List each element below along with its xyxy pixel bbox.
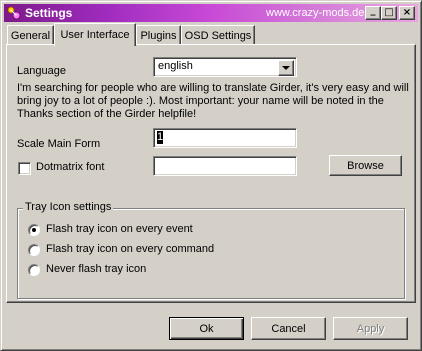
radio-label-flash-command: Flash tray icon on every command — [46, 243, 215, 255]
title-bar[interactable]: Settings www.crazy-mods.de _ □ × — [4, 4, 418, 22]
tab-osd-settings[interactable]: OSD Settings — [181, 25, 255, 45]
radio-selected-dot — [32, 228, 36, 232]
dotmatrix-checkbox[interactable] — [18, 162, 31, 175]
close-button[interactable]: × — [399, 6, 415, 20]
translation-notice: I'm searching for people who are willing… — [17, 82, 409, 120]
scale-value: 1 — [157, 131, 164, 144]
dotmatrix-font-input[interactable] — [153, 156, 297, 176]
cancel-label: Cancel — [271, 322, 306, 335]
language-select[interactable]: english — [153, 57, 297, 77]
browse-button[interactable]: Browse — [329, 155, 402, 176]
radio-flash-every-command[interactable] — [28, 244, 40, 256]
window-title: Settings — [25, 6, 73, 20]
browse-label: Browse — [347, 159, 384, 172]
scale-input[interactable]: 1 — [153, 128, 297, 148]
cancel-button[interactable]: Cancel — [251, 317, 326, 340]
app-icon — [6, 5, 22, 21]
tab-label: User Interface — [60, 29, 130, 41]
scale-label: Scale Main Form — [17, 138, 101, 150]
close-icon: × — [402, 7, 412, 18]
title-url: www.crazy-mods.de — [266, 7, 365, 19]
minimize-icon: _ — [370, 5, 376, 16]
tab-general[interactable]: General — [7, 25, 54, 45]
apply-label: Apply — [356, 322, 385, 335]
tab-plugins[interactable]: Plugins — [136, 25, 181, 45]
tab-label: Plugins — [140, 29, 177, 42]
tab-label: OSD Settings — [184, 29, 252, 42]
ok-label: Ok — [199, 322, 214, 335]
minimize-button[interactable]: _ — [365, 6, 381, 20]
tray-icon-group: Tray Icon settings Flash tray icon on ev… — [17, 201, 405, 299]
maximize-button[interactable]: □ — [381, 6, 397, 20]
tab-label: General — [10, 29, 51, 42]
dotmatrix-label: Dotmatrix font — [36, 161, 105, 173]
maximize-icon: □ — [384, 7, 394, 18]
ok-button[interactable]: Ok — [169, 317, 244, 340]
chevron-down-icon[interactable] — [278, 60, 294, 76]
apply-button[interactable]: Apply — [333, 317, 408, 340]
radio-label-never-flash: Never flash tray icon — [46, 263, 147, 275]
tab-panel-user-interface: Language english I'm searching for peopl… — [6, 44, 416, 303]
language-value: english — [158, 60, 193, 72]
tab-user-interface[interactable]: User Interface — [54, 23, 136, 46]
radio-never-flash[interactable] — [28, 264, 40, 276]
tray-group-label: Tray Icon settings — [23, 201, 114, 213]
radio-label-flash-event: Flash tray icon on every event — [46, 223, 193, 235]
language-label: Language — [17, 65, 66, 77]
radio-flash-every-event[interactable] — [28, 224, 40, 236]
settings-window: Settings www.crazy-mods.de _ □ × General… — [0, 0, 422, 351]
